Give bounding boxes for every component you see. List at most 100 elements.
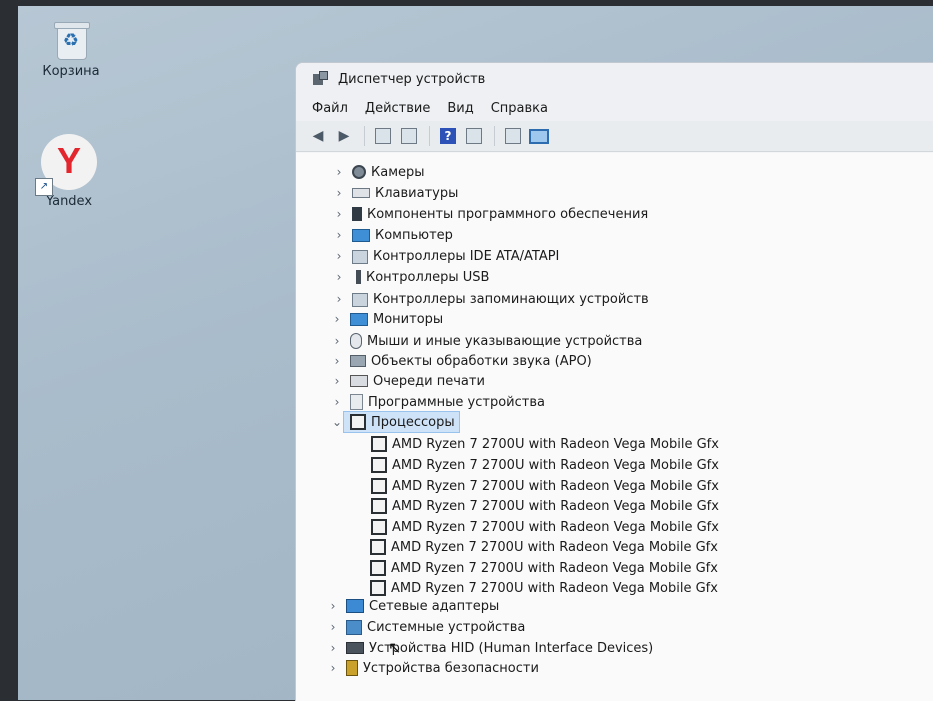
tree-item-storage-controllers[interactable]: › Контроллеры запоминающих устройств <box>332 289 649 309</box>
processor-item[interactable]: AMD Ryzen 7 2700U with Radeon Vega Mobil… <box>364 558 718 578</box>
processor-label: AMD Ryzen 7 2700U with Radeon Vega Mobil… <box>392 519 719 535</box>
tree-item-label: Компоненты программного обеспечения <box>367 206 649 222</box>
processor-item[interactable]: AMD Ryzen 7 2700U with Radeon Vega Mobil… <box>364 578 718 598</box>
device-manager-window: Диспетчер устройств Файл Действие Вид Сп… <box>295 62 933 701</box>
processor-label: AMD Ryzen 7 2700U with Radeon Vega Mobil… <box>392 498 719 514</box>
tree-item-processors[interactable]: ⌄ Процессоры <box>330 411 460 433</box>
processor-icon <box>371 498 387 514</box>
tree-item-software-devices[interactable]: › Программные устройства <box>330 392 545 412</box>
chevron-right-icon[interactable]: › <box>330 334 344 348</box>
monitor-icon <box>350 312 368 326</box>
menu-view[interactable]: Вид <box>447 101 473 116</box>
tree-item-print-queues[interactable]: › Очереди печати <box>330 371 485 391</box>
toolbar: ◀ ▶ ? <box>296 121 933 152</box>
tree-item-usb-controllers[interactable]: › Контроллеры USB <box>332 267 490 287</box>
tree-item-selected: Процессоры <box>343 411 460 433</box>
processor-label: AMD Ryzen 7 2700U with Radeon Vega Mobil… <box>391 560 718 576</box>
tree-item-security-devices[interactable]: › Устройства безопасности <box>326 658 539 678</box>
desktop-icon-label: Корзина <box>42 64 100 79</box>
storage-controller-icon <box>352 293 368 307</box>
printer-icon <box>350 375 368 387</box>
menu-file[interactable]: Файл <box>312 101 348 116</box>
chevron-right-icon[interactable]: › <box>332 249 346 263</box>
tree-item-label: Клавиатуры <box>375 185 459 201</box>
chevron-right-icon[interactable]: › <box>332 186 346 200</box>
update-driver-icon[interactable] <box>399 126 419 146</box>
chevron-right-icon[interactable]: › <box>332 207 346 221</box>
processor-item[interactable]: AMD Ryzen 7 2700U with Radeon Vega Mobil… <box>365 476 719 496</box>
processor-icon <box>370 560 386 576</box>
tree-item-cameras[interactable]: › Камеры <box>332 162 425 182</box>
menu-help[interactable]: Справка <box>491 101 548 116</box>
monitor-icon[interactable] <box>529 126 549 146</box>
tree-item-mice[interactable]: › Мыши и иные указывающие устройства <box>330 331 642 351</box>
desktop-icon-recycle-bin[interactable]: ♻ Корзина <box>26 20 116 79</box>
tree-item-label: Устройства HID (Human Interface Devices) <box>369 640 654 656</box>
yandex-browser-icon: Y ↗ <box>35 134 97 196</box>
computer-icon <box>352 228 370 242</box>
processor-icon <box>370 539 386 555</box>
tree-item-computer[interactable]: › Компьютер <box>332 225 453 245</box>
ide-controller-icon <box>352 250 368 264</box>
menu-bar: Файл Действие Вид Справка <box>296 95 933 121</box>
recycle-bin-icon: ♻ <box>52 20 90 60</box>
chevron-right-icon[interactable]: › <box>330 374 344 388</box>
desktop-icon-yandex[interactable]: Y ↗ Yandex <box>24 134 114 209</box>
title-bar[interactable]: Диспетчер устройств <box>296 63 933 95</box>
chevron-right-icon[interactable]: › <box>330 354 344 368</box>
chevron-right-icon[interactable]: › <box>330 312 344 326</box>
tree-item-audio-processing[interactable]: › Объекты обработки звука (APO) <box>330 351 592 371</box>
processor-label: AMD Ryzen 7 2700U with Radeon Vega Mobil… <box>392 478 719 494</box>
chevron-right-icon[interactable]: › <box>326 620 340 634</box>
tree-item-hid-devices[interactable]: › Устройства HID (Human Interface Device… <box>326 638 654 658</box>
processor-item[interactable]: AMD Ryzen 7 2700U with Radeon Vega Mobil… <box>365 517 719 537</box>
tree-item-label: Камеры <box>371 164 425 180</box>
camera-icon <box>352 165 366 179</box>
hid-device-icon <box>346 642 364 654</box>
audio-processing-icon <box>350 355 366 367</box>
security-device-icon <box>346 660 358 676</box>
chevron-right-icon[interactable]: › <box>326 661 340 675</box>
processor-item[interactable]: AMD Ryzen 7 2700U with Radeon Vega Mobil… <box>365 455 719 475</box>
desktop-icon-label: Yandex <box>45 194 93 209</box>
chevron-right-icon[interactable]: › <box>332 228 346 242</box>
help-icon[interactable]: ? <box>438 126 458 146</box>
chevron-right-icon[interactable]: › <box>332 165 346 179</box>
view-icon[interactable] <box>464 126 484 146</box>
tree-item-label: Системные устройства <box>367 619 526 635</box>
scan-hardware-icon[interactable] <box>503 126 523 146</box>
tree-item-label: Мониторы <box>373 311 444 327</box>
keyboard-icon <box>352 188 370 198</box>
chevron-right-icon[interactable]: › <box>332 270 346 284</box>
chevron-down-icon[interactable]: ⌄ <box>330 415 344 429</box>
chevron-right-icon[interactable]: › <box>326 599 340 613</box>
network-adapter-icon <box>346 599 364 613</box>
processor-item[interactable]: AMD Ryzen 7 2700U with Radeon Vega Mobil… <box>364 537 718 557</box>
chevron-right-icon[interactable]: › <box>330 395 344 409</box>
back-arrow-icon[interactable]: ◀ <box>308 126 328 146</box>
processor-icon <box>371 519 387 535</box>
tree-item-keyboards[interactable]: › Клавиатуры <box>332 183 459 203</box>
chevron-right-icon[interactable]: › <box>326 641 340 655</box>
tree-item-label: Мыши и иные указывающие устройства <box>367 333 643 349</box>
tree-item-software-components[interactable]: › Компоненты программного обеспечения <box>332 204 649 224</box>
menu-action[interactable]: Действие <box>365 101 430 116</box>
tree-item-label: Сетевые адаптеры <box>369 598 500 614</box>
tree-item-label: Контроллеры запоминающих устройств <box>373 291 649 307</box>
tree-item-label: Программные устройства <box>368 394 545 410</box>
chevron-right-icon[interactable]: › <box>332 292 346 306</box>
processor-icon <box>350 414 366 430</box>
tree-item-network-adapters[interactable]: › Сетевые адаптеры <box>326 596 500 616</box>
tree-item-monitors[interactable]: › Мониторы <box>330 309 444 329</box>
software-component-icon <box>352 207 362 221</box>
tree-item-label: Устройства безопасности <box>363 660 539 676</box>
tree-item-ide-controllers[interactable]: › Контроллеры IDE ATA/ATAPI <box>332 246 559 266</box>
properties-icon[interactable] <box>373 126 393 146</box>
processor-item[interactable]: AMD Ryzen 7 2700U with Radeon Vega Mobil… <box>365 496 719 516</box>
forward-arrow-icon[interactable]: ▶ <box>334 126 354 146</box>
tree-item-label: Очереди печати <box>373 373 485 389</box>
processor-item[interactable]: AMD Ryzen 7 2700U with Radeon Vega Mobil… <box>365 434 719 454</box>
tree-item-system-devices[interactable]: › Системные устройства <box>326 617 525 637</box>
tree-item-label: Процессоры <box>371 414 455 430</box>
processor-label: AMD Ryzen 7 2700U with Radeon Vega Mobil… <box>391 539 718 555</box>
